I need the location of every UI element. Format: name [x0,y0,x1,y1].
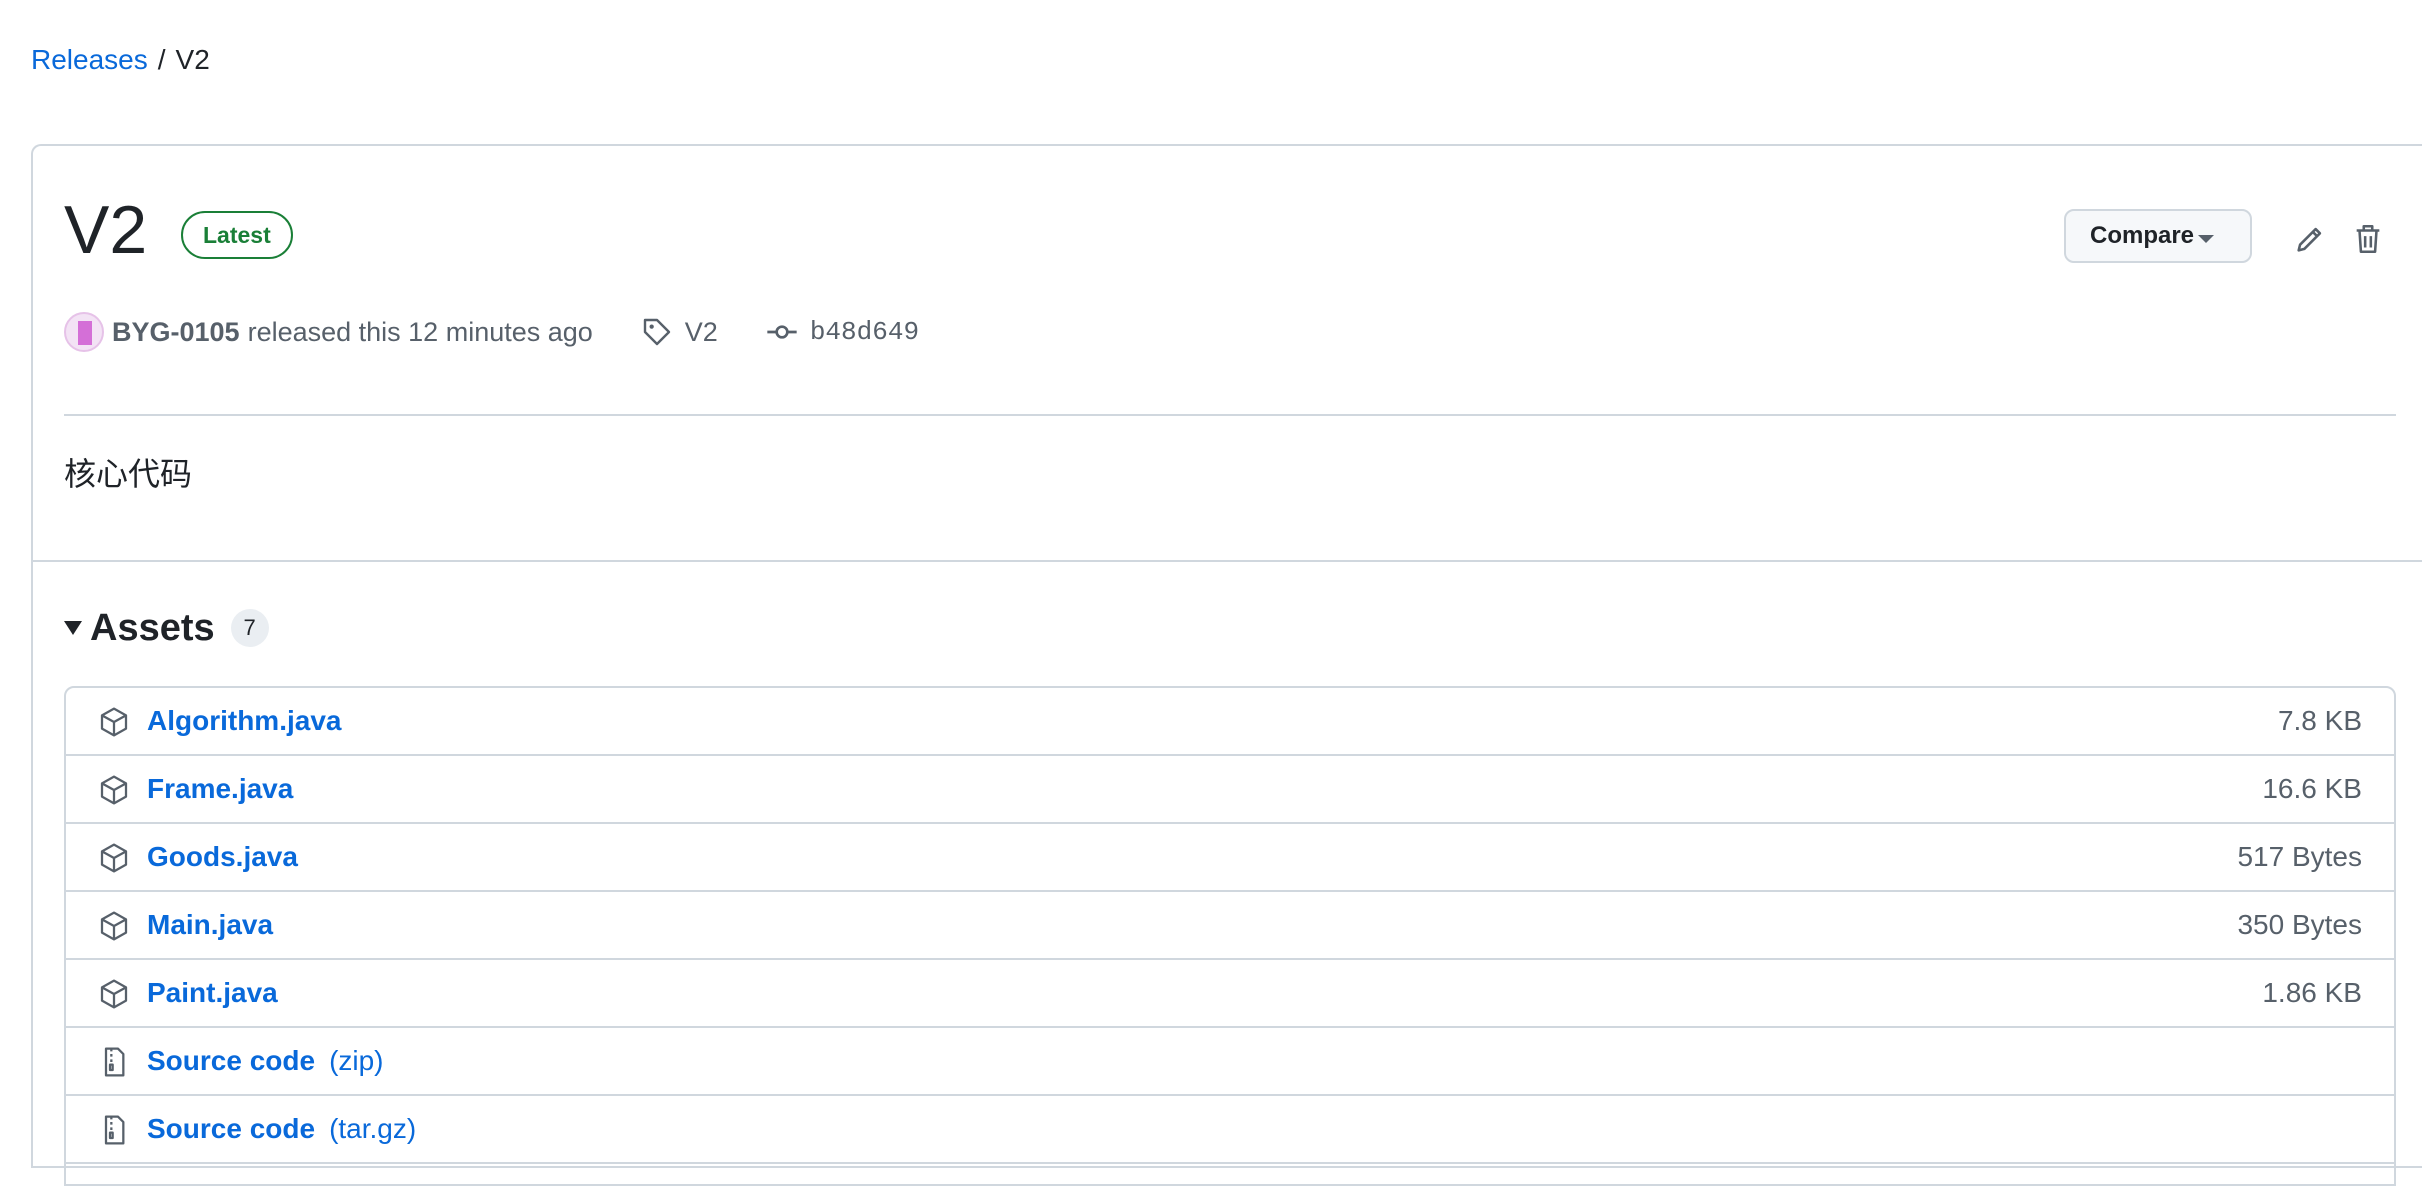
breadcrumb: Releases / V2 [31,40,210,80]
release-meta: BYG-0105 released this 12 minutes ago V2… [64,310,919,354]
assets-count-badge: 7 [230,609,269,647]
assets-toggle[interactable]: Assets 7 [64,604,269,652]
asset-size: 350 Bytes [2237,909,2362,940]
asset-row: Main.java 350 Bytes [66,892,2394,960]
asset-format: (zip) [329,1045,384,1076]
asset-link-wrap: Source code (tar.gz) [147,1109,416,1149]
author-link[interactable]: BYG-0105 [112,317,240,348]
file-zip-icon [104,1047,125,1077]
asset-format: (tar.gz) [329,1113,417,1144]
release-title: V2 [64,192,148,268]
file-zip-icon [104,1115,125,1145]
asset-row: Source code (tar.gz) [66,1096,2394,1164]
trash-icon[interactable] [2351,222,2385,256]
released-text: released this 12 minutes ago [247,316,593,347]
asset-row: Goods.java 517 Bytes [66,824,2394,892]
asset-row: Frame.java 16.6 KB [66,756,2394,824]
avatar[interactable] [64,312,104,352]
breadcrumb-releases-link[interactable]: Releases [31,44,148,75]
package-icon [100,979,128,1009]
asset-size: 16.6 KB [2262,773,2362,804]
release-body: 核心代码 [64,455,193,493]
asset-link[interactable]: Main.java [147,905,273,945]
compare-label: Compare [2090,222,2195,249]
tag-icon [643,318,670,346]
edit-pencil-icon[interactable] [2293,222,2327,256]
tag-link[interactable]: V2 [685,317,718,348]
asset-link[interactable]: Frame.java [147,769,293,809]
package-icon [100,911,128,941]
commit-icon [767,325,797,339]
package-icon [100,775,128,805]
asset-list: Algorithm.java 7.8 KB Frame.java 16.6 KB… [64,686,2396,1186]
divider [33,560,2422,562]
chevron-down-icon [2198,235,2214,243]
asset-size: 7.8 KB [2277,705,2362,736]
source-code-targz-link[interactable]: Source code [147,1113,315,1144]
breadcrumb-current: V2 [175,44,210,75]
breadcrumb-separator: / [157,44,166,75]
latest-badge: Latest [181,211,293,259]
package-icon [100,707,128,737]
package-icon [100,843,128,873]
triangle-down-icon [64,621,82,635]
assets-title: Assets [90,606,215,649]
asset-link[interactable]: Paint.java [147,973,278,1013]
divider [64,414,2396,416]
asset-size: 1.86 KB [2262,977,2362,1008]
asset-link[interactable]: Goods.java [147,837,298,877]
asset-link[interactable]: Algorithm.java [147,701,341,741]
asset-row: Paint.java 1.86 KB [66,960,2394,1028]
source-code-zip-link[interactable]: Source code [147,1045,315,1076]
asset-row: Algorithm.java 7.8 KB [66,688,2394,756]
commit-link[interactable]: b48d649 [810,317,919,347]
asset-row: Source code (zip) [66,1028,2394,1096]
asset-link-wrap: Source code (zip) [147,1041,384,1081]
compare-button[interactable]: Compare [2064,209,2252,263]
asset-size: 517 Bytes [2237,841,2362,872]
